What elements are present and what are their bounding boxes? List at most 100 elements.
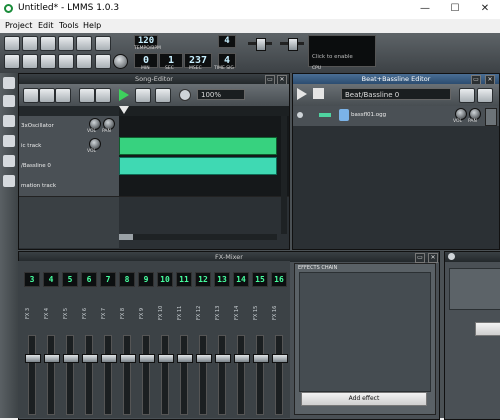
fx-mixer-minimize-icon[interactable]: ▭ bbox=[415, 253, 425, 263]
close-button[interactable]: ✕ bbox=[470, 0, 500, 19]
my-projects-icon[interactable] bbox=[3, 77, 15, 89]
mixer-fader[interactable] bbox=[63, 335, 79, 415]
my-home-icon[interactable] bbox=[3, 135, 15, 147]
zoom-select[interactable]: 100% bbox=[197, 89, 245, 100]
mute-led-icon[interactable] bbox=[297, 112, 303, 118]
track-pattern-area[interactable] bbox=[119, 136, 289, 156]
fx-mixer-close-icon[interactable]: ✕ bbox=[428, 253, 438, 263]
fader-handle[interactable] bbox=[82, 354, 98, 363]
play-icon[interactable] bbox=[119, 89, 129, 101]
piano-roll-icon[interactable] bbox=[40, 54, 56, 69]
bb-pattern-select[interactable]: Beat/Bassline 0 bbox=[341, 88, 451, 100]
mixer-fader[interactable] bbox=[158, 335, 174, 415]
track-row[interactable]: mation track bbox=[19, 176, 289, 197]
horizontal-scrollbar[interactable] bbox=[119, 234, 277, 240]
fader-handle[interactable] bbox=[44, 354, 60, 363]
stop-icon[interactable] bbox=[135, 88, 151, 103]
fader-handle[interactable] bbox=[25, 354, 41, 363]
mixer-fader[interactable] bbox=[139, 335, 155, 415]
remove-steps-icon[interactable] bbox=[477, 88, 493, 103]
master-pitch-slider[interactable] bbox=[288, 38, 298, 51]
side-bar bbox=[0, 73, 18, 418]
my-presets-icon[interactable] bbox=[3, 115, 15, 127]
add-bb-track-icon[interactable] bbox=[39, 88, 55, 103]
timeline-ruler[interactable] bbox=[119, 106, 289, 116]
bb-stop-icon[interactable] bbox=[313, 88, 324, 99]
add-effect-button[interactable]: Add effect bbox=[301, 392, 427, 406]
menu-tools[interactable]: Tools bbox=[59, 21, 79, 30]
fader-handle[interactable] bbox=[139, 354, 155, 363]
export-icon[interactable] bbox=[76, 36, 92, 51]
timesig-numerator[interactable]: 4 bbox=[218, 35, 236, 48]
edit-mode-icon[interactable] bbox=[95, 88, 111, 103]
fader-handle[interactable] bbox=[196, 354, 212, 363]
controller-rack-icon[interactable] bbox=[113, 54, 128, 69]
open-project-icon[interactable] bbox=[40, 36, 56, 51]
master-volume-slider[interactable] bbox=[256, 38, 266, 51]
export-tracks-icon[interactable] bbox=[95, 36, 111, 51]
bb-pan-label: PAN bbox=[468, 119, 477, 124]
loop-icon[interactable] bbox=[155, 88, 171, 103]
track-row[interactable]: 3xOscillator VOL PAN bbox=[19, 116, 289, 137]
fader-handle[interactable] bbox=[101, 354, 117, 363]
cpu-graph[interactable]: Click to enable bbox=[308, 35, 376, 67]
mixer-fader[interactable] bbox=[177, 335, 193, 415]
effects-list[interactable] bbox=[299, 272, 431, 392]
fader-handle[interactable] bbox=[234, 354, 250, 363]
mixer-fader[interactable] bbox=[44, 335, 60, 415]
fader-handle[interactable] bbox=[158, 354, 174, 363]
fader-handle[interactable] bbox=[120, 354, 136, 363]
add-instrument-track-icon[interactable] bbox=[23, 88, 39, 103]
menu-edit[interactable]: Edit bbox=[38, 21, 54, 30]
controller-list[interactable] bbox=[449, 268, 500, 310]
add-automation-track-icon[interactable] bbox=[55, 88, 71, 103]
track-row[interactable]: /Bassline 0 bbox=[19, 156, 289, 177]
new-from-template-icon[interactable] bbox=[22, 36, 38, 51]
add-beat-icon[interactable] bbox=[459, 88, 475, 103]
bb-track-row[interactable]: bassfl01.ogg VOL PAN bbox=[293, 106, 499, 126]
bb-play-icon[interactable] bbox=[297, 88, 307, 100]
scrollbar-thumb[interactable] bbox=[119, 234, 133, 240]
track-pattern-area[interactable] bbox=[119, 156, 289, 176]
mixer-fader[interactable] bbox=[215, 335, 231, 415]
pattern-clip[interactable] bbox=[119, 157, 277, 175]
bb-instrument-name[interactable]: bassfl01.ogg bbox=[351, 112, 386, 118]
save-project-icon[interactable] bbox=[58, 36, 74, 51]
mixer-fader[interactable] bbox=[82, 335, 98, 415]
my-samples-icon[interactable] bbox=[3, 95, 15, 107]
pattern-clip[interactable] bbox=[119, 137, 277, 155]
root-directory-icon[interactable] bbox=[3, 155, 15, 167]
computer-icon[interactable] bbox=[3, 175, 15, 187]
bb-steps-area[interactable] bbox=[485, 108, 497, 126]
mixer-fader[interactable] bbox=[120, 335, 136, 415]
mixer-fader[interactable] bbox=[101, 335, 117, 415]
menu-help[interactable]: Help bbox=[83, 21, 101, 30]
draw-mode-icon[interactable] bbox=[79, 88, 95, 103]
mixer-fader[interactable] bbox=[234, 335, 250, 415]
maximize-button[interactable]: ☐ bbox=[440, 0, 470, 19]
mixer-fader[interactable] bbox=[253, 335, 269, 415]
fader-handle[interactable] bbox=[253, 354, 269, 363]
playhead-icon[interactable] bbox=[119, 106, 129, 114]
mixer-fader[interactable] bbox=[196, 335, 212, 415]
mixer-fader[interactable] bbox=[272, 335, 288, 415]
automation-editor-icon[interactable] bbox=[58, 54, 74, 69]
fader-handle[interactable] bbox=[215, 354, 231, 363]
track-pattern-area[interactable] bbox=[119, 116, 289, 136]
track-pattern-area[interactable] bbox=[119, 176, 289, 196]
project-notes-icon[interactable] bbox=[95, 54, 111, 69]
fader-handle[interactable] bbox=[177, 354, 193, 363]
vertical-scrollbar[interactable] bbox=[281, 116, 287, 234]
add-controller-button[interactable] bbox=[475, 322, 500, 336]
fx-mixer-icon[interactable] bbox=[76, 54, 92, 69]
menu-project[interactable]: Project bbox=[5, 21, 32, 30]
beat-bassline-icon[interactable] bbox=[22, 54, 38, 69]
mixer-fader[interactable] bbox=[25, 335, 41, 415]
new-project-icon[interactable] bbox=[4, 36, 20, 51]
fader-handle[interactable] bbox=[63, 354, 79, 363]
song-editor-icon[interactable] bbox=[4, 54, 20, 69]
zoom-icon bbox=[179, 89, 191, 101]
fader-handle[interactable] bbox=[272, 354, 288, 363]
minimize-button[interactable]: — bbox=[410, 0, 440, 19]
track-row[interactable]: ic track VOL bbox=[19, 136, 289, 157]
